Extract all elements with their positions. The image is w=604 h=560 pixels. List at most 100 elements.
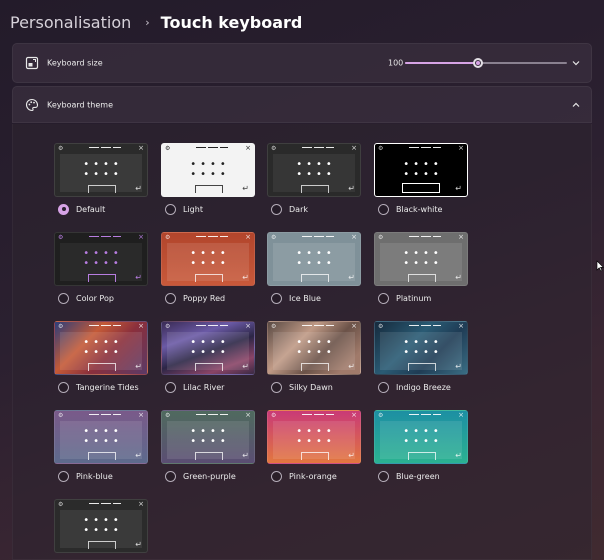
theme-thumbnail[interactable]: ⚙ × •••• •••• ↵ (374, 321, 468, 375)
slider-thumb[interactable] (472, 58, 483, 68)
radio-row[interactable]: Green-purple (165, 470, 236, 482)
radio-button[interactable] (58, 470, 69, 482)
dash-icon (302, 236, 312, 237)
theme-thumbnail[interactable]: ⚙ × •••• •••• ↵ (54, 143, 148, 197)
theme-option-tangerine-tides[interactable]: ⚙ × •••• •••• ↵ Tangerine Tides (54, 321, 148, 393)
gear-icon: ⚙ (378, 412, 384, 419)
theme-label: Blue-green (396, 471, 440, 481)
theme-option-custom[interactable]: ⚙ × •••• •••• ↵ (54, 499, 148, 553)
radio-row[interactable]: Pink-orange (271, 470, 337, 482)
theme-option-green-purple[interactable]: ⚙ × •••• •••• ↵ Green-purple (161, 410, 255, 482)
radio-row[interactable]: Platinum (378, 292, 431, 304)
theme-option-ice-blue[interactable]: ⚙ × •••• •••• ↵ Ice Blue (267, 232, 361, 304)
radio-button[interactable] (378, 470, 389, 482)
keyboard-theme-header[interactable]: Keyboard theme (12, 86, 592, 123)
theme-thumbnail[interactable]: ⚙ × •••• •••• ↵ (267, 143, 361, 197)
breadcrumb-parent-link[interactable]: Personalisation (10, 13, 131, 32)
dash-icon (101, 236, 111, 237)
slider-fill (405, 62, 478, 64)
radio-button-selected[interactable] (58, 203, 69, 215)
theme-option-light[interactable]: ⚙ × •••• •••• ↵ Light (161, 143, 255, 215)
radio-button[interactable] (165, 470, 176, 482)
gear-icon: ⚙ (165, 234, 171, 241)
radio-row[interactable]: Light (165, 203, 203, 215)
dash-icon (326, 147, 334, 148)
radio-row[interactable]: Black-white (378, 203, 442, 215)
close-icon: × (245, 233, 251, 241)
theme-label: Ice Blue (289, 293, 321, 303)
radio-button[interactable] (165, 381, 176, 393)
radio-button[interactable] (58, 292, 69, 304)
theme-thumbnail[interactable]: ⚙ × •••• •••• ↵ (54, 321, 148, 375)
dash-icon (89, 147, 99, 148)
theme-option-default[interactable]: ⚙ × •••• •••• ↵ Default (54, 143, 148, 215)
radio-button[interactable] (378, 292, 389, 304)
theme-thumbnail[interactable]: ⚙ × •••• •••• ↵ (267, 321, 361, 375)
radio-row[interactable]: Color Pop (58, 292, 114, 304)
theme-option-blue-green[interactable]: ⚙ × •••• •••• ↵ Blue-green (374, 410, 468, 482)
theme-option-indigo-breeze[interactable]: ⚙ × •••• •••• ↵ Indigo Breeze (374, 321, 468, 393)
radio-row[interactable]: Ice Blue (271, 292, 321, 304)
radio-row[interactable]: Lilac River (165, 381, 224, 393)
radio-button[interactable] (271, 470, 282, 482)
theme-thumbnail[interactable]: ⚙ × •••• •••• ↵ (161, 232, 255, 286)
radio-row[interactable]: Pink-blue (58, 470, 113, 482)
gear-icon: ⚙ (58, 501, 64, 508)
radio-row[interactable]: Dark (271, 203, 308, 215)
theme-label: Tangerine Tides (76, 382, 139, 392)
key-dots: •••• (403, 248, 443, 259)
enter-icon: ↵ (455, 184, 462, 193)
radio-row[interactable]: Tangerine Tides (58, 381, 139, 393)
radio-button[interactable] (378, 203, 389, 215)
radio-button[interactable] (165, 292, 176, 304)
key-dots: •••• (190, 159, 230, 170)
gear-icon: ⚙ (271, 234, 277, 241)
key-dots: •••• (190, 337, 230, 348)
chevron-down-icon[interactable] (571, 58, 581, 68)
theme-option-color-pop[interactable]: ⚙ × •••• •••• ↵ Color Pop (54, 232, 148, 304)
theme-option-silky-dawn[interactable]: ⚙ × •••• •••• ↵ Silky Dawn (267, 321, 361, 393)
theme-option-pink-blue[interactable]: ⚙ × •••• •••• ↵ Pink-blue (54, 410, 148, 482)
radio-row[interactable]: Poppy Red (165, 292, 225, 304)
spacebar-key (408, 452, 436, 460)
radio-button[interactable] (271, 203, 282, 215)
theme-option-black-white[interactable]: ⚙ × •••• •••• ↵ Black-white (374, 143, 468, 215)
theme-option-platinum[interactable]: ⚙ × •••• •••• ↵ Platinum (374, 232, 468, 304)
dash-icon (208, 414, 218, 415)
theme-thumbnail[interactable]: ⚙ × •••• •••• ↵ (161, 410, 255, 464)
theme-option-dark[interactable]: ⚙ × •••• •••• ↵ Dark (267, 143, 361, 215)
theme-thumbnail[interactable]: ⚙ × •••• •••• ↵ (374, 143, 468, 197)
theme-thumbnail[interactable]: ⚙ × •••• •••• ↵ (374, 232, 468, 286)
radio-button[interactable] (271, 292, 282, 304)
theme-thumbnail[interactable]: ⚙ × •••• •••• ↵ (161, 321, 255, 375)
radio-button[interactable] (58, 381, 69, 393)
theme-option-lilac-river[interactable]: ⚙ × •••• •••• ↵ Lilac River (161, 321, 255, 393)
theme-option-pink-orange[interactable]: ⚙ × •••• •••• ↵ Pink-orange (267, 410, 361, 482)
dash-icon (314, 147, 324, 148)
radio-button[interactable] (378, 381, 389, 393)
dash-icon (113, 414, 121, 415)
radio-row[interactable]: Silky Dawn (271, 381, 333, 393)
theme-label: Silky Dawn (289, 382, 333, 392)
radio-row[interactable]: Default (58, 203, 105, 215)
keyboard-size-slider[interactable] (405, 58, 567, 68)
radio-row[interactable]: Blue-green (378, 470, 440, 482)
theme-thumbnail[interactable]: ⚙ × •••• •••• ↵ (54, 499, 148, 553)
theme-thumbnail[interactable]: ⚙ × •••• •••• ↵ (374, 410, 468, 464)
theme-thumbnail[interactable]: ⚙ × •••• •••• ↵ (267, 232, 361, 286)
theme-thumbnail[interactable]: ⚙ × •••• •••• ↵ (267, 410, 361, 464)
chevron-up-icon[interactable] (571, 100, 581, 110)
key-dots: •••• (83, 169, 123, 180)
theme-thumbnail[interactable]: ⚙ × •••• •••• ↵ (161, 143, 255, 197)
spacebar-key (88, 452, 116, 460)
radio-button[interactable] (271, 381, 282, 393)
mouse-cursor-icon (596, 260, 604, 272)
breadcrumb-separator: › (145, 15, 150, 29)
dash-icon (433, 236, 441, 237)
radio-button[interactable] (165, 203, 176, 215)
theme-thumbnail[interactable]: ⚙ × •••• •••• ↵ (54, 232, 148, 286)
radio-row[interactable]: Indigo Breeze (378, 381, 451, 393)
theme-thumbnail[interactable]: ⚙ × •••• •••• ↵ (54, 410, 148, 464)
theme-option-poppy-red[interactable]: ⚙ × •••• •••• ↵ Poppy Red (161, 232, 255, 304)
keyboard-size-label: Keyboard size (47, 58, 103, 68)
